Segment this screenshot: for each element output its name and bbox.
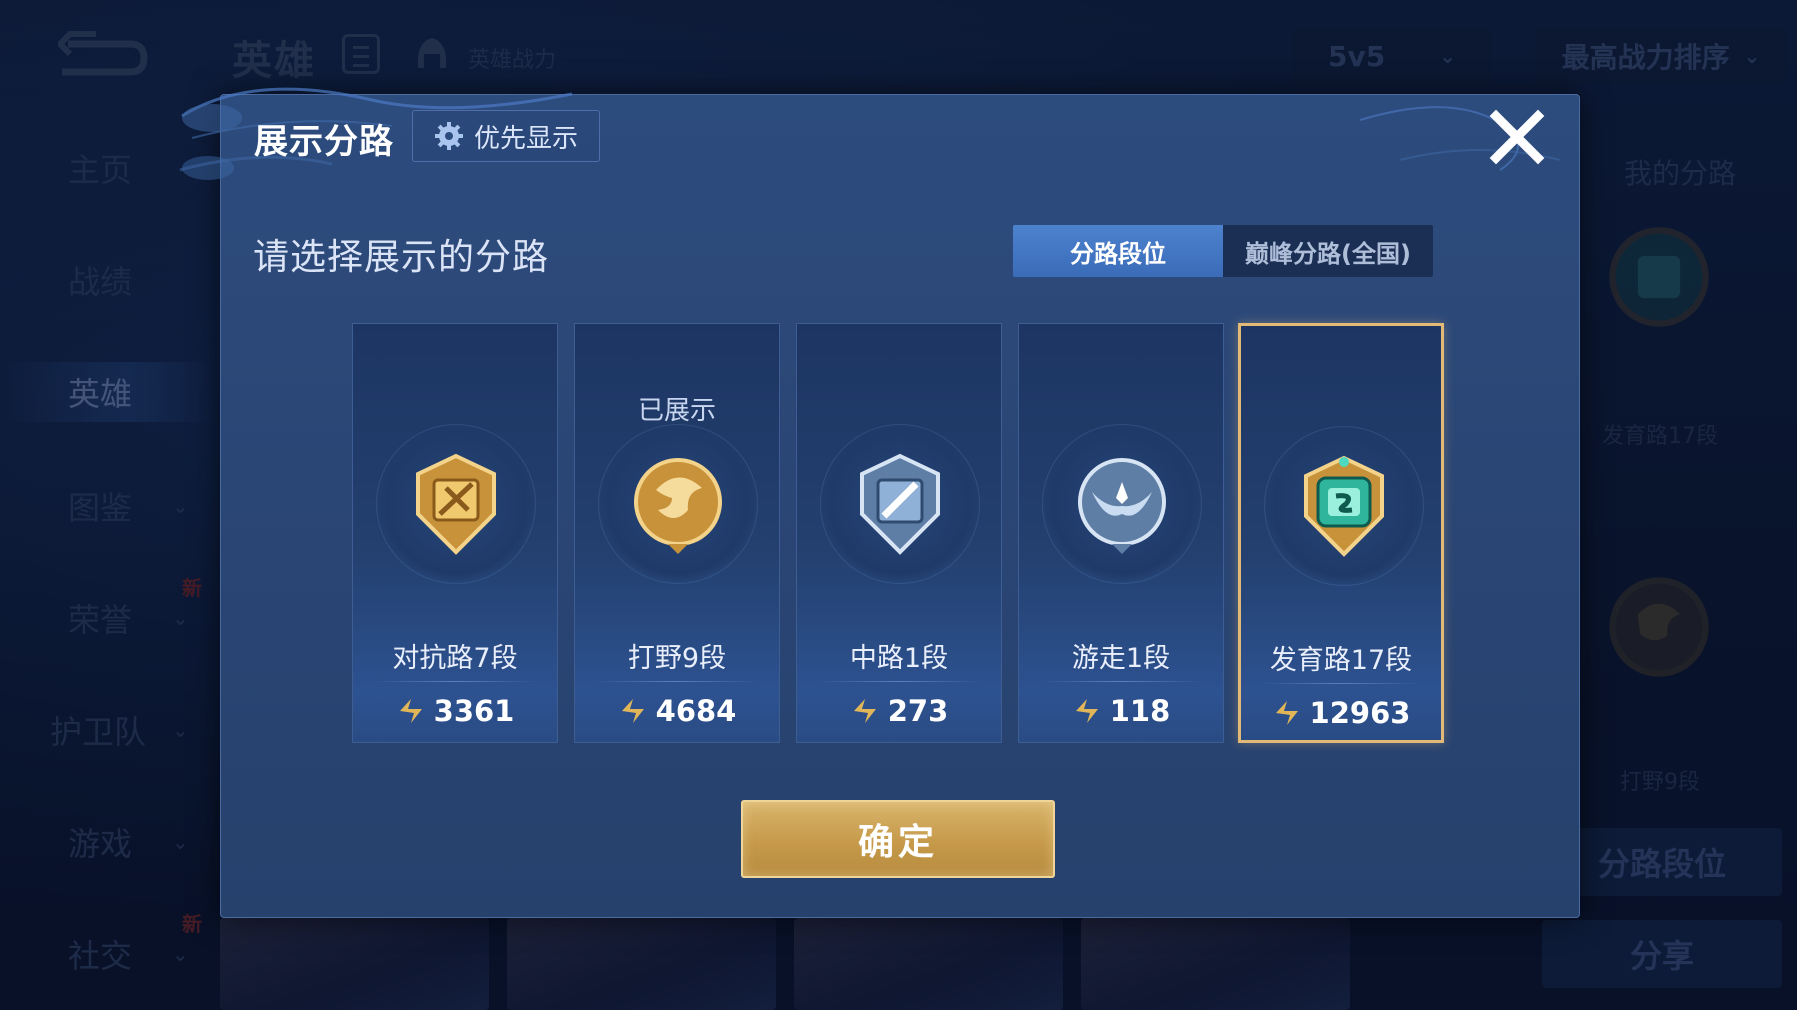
lane-rank-label: 打野9段 xyxy=(627,643,727,674)
close-icon xyxy=(1489,109,1545,165)
lane-card-mid[interactable]: 中路1段 273 xyxy=(796,323,1002,743)
lane-rank-label: 发育路17段 xyxy=(1269,645,1413,676)
lane-rank-label: 中路1段 xyxy=(849,643,949,674)
priority-display-button[interactable]: 优先显示 xyxy=(412,110,600,162)
wing-emblem-icon xyxy=(1078,458,1166,554)
combat-points-icon xyxy=(1075,699,1098,723)
dialog-title: 展示分路 xyxy=(254,122,394,162)
combat-points-icon xyxy=(399,699,422,723)
lane-score: 4684 xyxy=(655,694,737,728)
lane-score: 118 xyxy=(1109,694,1171,728)
score-row: 118 xyxy=(1019,694,1223,728)
lane-tabs: 分路段位 巅峰分路(全国) xyxy=(1012,224,1434,278)
gear-icon xyxy=(434,122,463,150)
lane-rank-label: 游走1段 xyxy=(1071,643,1171,674)
shown-status-label: 已展示 xyxy=(637,396,716,426)
combat-points-icon xyxy=(621,699,644,723)
divider xyxy=(595,681,759,682)
dragon-emblem-icon xyxy=(634,458,722,554)
score-row: 273 xyxy=(797,694,1001,728)
lane-score: 3361 xyxy=(433,694,515,728)
lane-card-jungle[interactable]: 已展示 打野9段 4684 xyxy=(574,323,780,743)
swirl-decoration xyxy=(1360,106,1561,171)
priority-display-label: 优先显示 xyxy=(473,123,578,154)
tab-peak-lane[interactable]: 巅峰分路(全国) xyxy=(1223,225,1433,277)
lane-score: 273 xyxy=(887,694,949,728)
score-row: 4684 xyxy=(575,694,779,728)
sword-emblem-icon xyxy=(416,453,496,555)
lane-rank-label: 对抗路7段 xyxy=(392,643,518,674)
dialog-subtitle: 请选择展示的分路 xyxy=(253,237,550,278)
score-row: 3361 xyxy=(353,694,557,728)
confirm-button[interactable]: 确定 xyxy=(741,800,1055,878)
mid-lane-emblem-icon xyxy=(860,453,940,555)
divider xyxy=(817,681,981,682)
lane-card-top[interactable]: 对抗路7段 3361 xyxy=(352,323,558,743)
combat-points-icon xyxy=(1275,701,1298,725)
divider xyxy=(1261,683,1421,684)
score-row: 12963 xyxy=(1241,696,1441,730)
combat-points-icon xyxy=(853,699,876,723)
lane-card-marksman[interactable]: 发育路17段 12963 xyxy=(1238,323,1444,743)
divider xyxy=(1039,681,1203,682)
tab-lane-rank[interactable]: 分路段位 xyxy=(1013,225,1223,277)
lane-card-roam[interactable]: 游走1段 118 xyxy=(1018,323,1224,743)
divider xyxy=(373,681,537,682)
lane-score: 12963 xyxy=(1309,696,1411,730)
close-button[interactable] xyxy=(1488,108,1546,166)
marksman-emblem-icon xyxy=(1304,455,1384,557)
